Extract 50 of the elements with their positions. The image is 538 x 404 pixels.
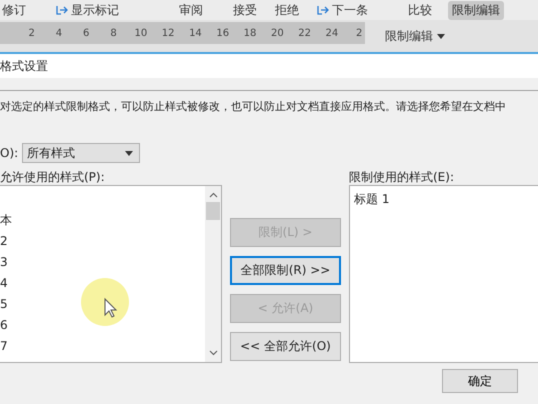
ruler-number: 2 [27, 28, 36, 38]
cursor-highlight-icon [80, 277, 130, 327]
move-button[interactable]: 全部限制(R) >> [230, 256, 341, 285]
dialog-title: 格式设置 [0, 58, 48, 74]
filter-label: O): [0, 146, 18, 160]
ruler-number: 24 [324, 28, 340, 38]
list-item[interactable]: 4 [0, 273, 205, 294]
ruler-number: 8 [109, 28, 118, 38]
ribbon-button[interactable]: 修订 [2, 2, 26, 18]
pane-title[interactable]: 限制编辑 [385, 28, 433, 44]
allowed-styles-list[interactable]: 本 2 3 4 5 6 7 [0, 185, 222, 363]
ribbon-button[interactable]: 显示标记 [56, 2, 119, 18]
description-text: 对选定的样式限制格式，可以防止样式被修改，也可以防止对文档直接应用格式。请选择您希望在文档中 [0, 99, 507, 114]
ribbon-button[interactable]: 审阅 [179, 2, 203, 18]
ruler-number: 12 [160, 28, 176, 38]
style-dropdown[interactable]: 所有样式 [22, 143, 140, 163]
dropdown-caret-icon [125, 150, 134, 156]
ribbon-button[interactable]: 拒绝 [275, 2, 299, 18]
list-item[interactable]: 标题 1 [354, 190, 538, 208]
list-item[interactable]: 7 [0, 336, 205, 357]
restricted-styles-list[interactable]: 标题 1 [349, 185, 538, 363]
ruler-number: 6 [82, 28, 90, 38]
ribbon-button[interactable]: 限制编辑 [448, 0, 504, 20]
ribbon-button[interactable]: 接受 [233, 2, 257, 18]
list-item[interactable]: 2 [0, 231, 205, 252]
list-label: 允许使用的样式(P): [0, 169, 106, 185]
ruler-number: 16 [215, 28, 230, 38]
ribbon-icon [56, 5, 68, 15]
ruler-number: 2 [355, 28, 364, 38]
ruler-number: 10 [133, 28, 148, 38]
ruler-number: 18 [242, 28, 258, 38]
scrollbar-thumb[interactable] [206, 202, 220, 220]
scroll-up-icon [208, 192, 218, 198]
ruler-number: 22 [297, 28, 312, 38]
ribbon-button[interactable]: 比较 [408, 2, 432, 18]
ok-button[interactable]: 确定 [442, 369, 518, 393]
list-item[interactable]: 6 [0, 315, 205, 336]
list-item[interactable]: 本 [0, 210, 205, 231]
move-button[interactable]: << 全部允许(O) [230, 332, 341, 361]
scrollbar[interactable] [205, 186, 221, 362]
list-item[interactable]: 5 [0, 294, 205, 315]
list-item[interactable]: 3 [0, 252, 205, 273]
list-label: 限制使用的样式(E): [349, 169, 455, 185]
ruler-number: 20 [270, 28, 285, 38]
ribbon-icon [317, 5, 329, 15]
caret-icon [437, 34, 445, 38]
scroll-down-icon [208, 350, 218, 356]
ribbon-button[interactable]: 下一条 [317, 2, 368, 18]
ruler-number: 14 [188, 28, 203, 38]
ruler-number: 4 [54, 28, 64, 38]
